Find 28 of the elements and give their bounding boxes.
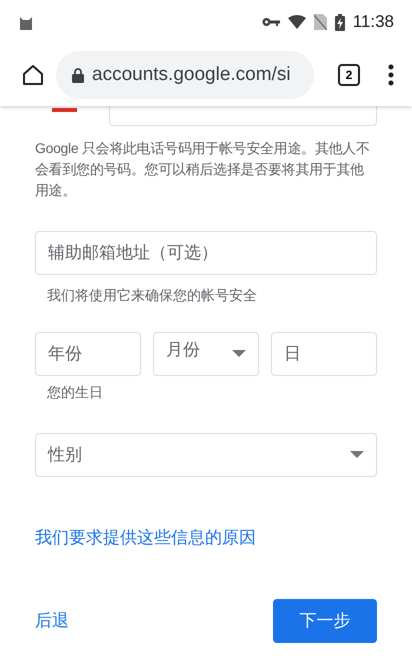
battery-charging-icon bbox=[334, 14, 345, 30]
email-field[interactable]: 辅助邮箱地址（可选） bbox=[35, 231, 377, 275]
email-hint: 我们将使用它来确保您的帐号安全 bbox=[47, 286, 258, 305]
gender-placeholder: 性别 bbox=[48, 444, 82, 466]
address-bar[interactable]: accounts.google.com/si bbox=[56, 51, 314, 99]
month-placeholder: 月份 bbox=[166, 339, 200, 362]
wifi-icon bbox=[288, 15, 306, 29]
phone-field[interactable] bbox=[109, 106, 377, 126]
more-menu-icon[interactable] bbox=[388, 64, 394, 86]
home-icon[interactable] bbox=[22, 64, 44, 86]
tab-count[interactable]: 2 bbox=[338, 64, 360, 86]
reason-link[interactable]: 我们要求提供这些信息的原因 bbox=[35, 525, 256, 550]
next-button[interactable]: 下一步 bbox=[273, 598, 377, 642]
birthday-hint: 您的生日 bbox=[47, 383, 104, 402]
gender-select[interactable]: 性别 bbox=[35, 433, 377, 477]
flag-stripe bbox=[52, 108, 77, 112]
dropdown-caret-icon bbox=[232, 350, 246, 358]
lock-icon bbox=[72, 68, 84, 82]
month-select[interactable]: 月份 bbox=[153, 332, 259, 376]
back-link[interactable]: 后退 bbox=[35, 608, 69, 634]
url-text: accounts.google.com/si bbox=[92, 62, 291, 87]
dropdown-caret-icon bbox=[350, 451, 364, 459]
date-field[interactable]: 年份 bbox=[35, 332, 141, 376]
phone-note: Google 只会将此电话号码用于帐号安全用途。其他人不会看到您的号码。您可以稍后选择是否要将其用于其他用途。 bbox=[35, 139, 371, 200]
date-field[interactable]: 日 bbox=[271, 332, 377, 376]
clock: 11:38 bbox=[352, 11, 394, 34]
no-sim-icon bbox=[314, 14, 327, 30]
key-icon bbox=[262, 17, 280, 27]
